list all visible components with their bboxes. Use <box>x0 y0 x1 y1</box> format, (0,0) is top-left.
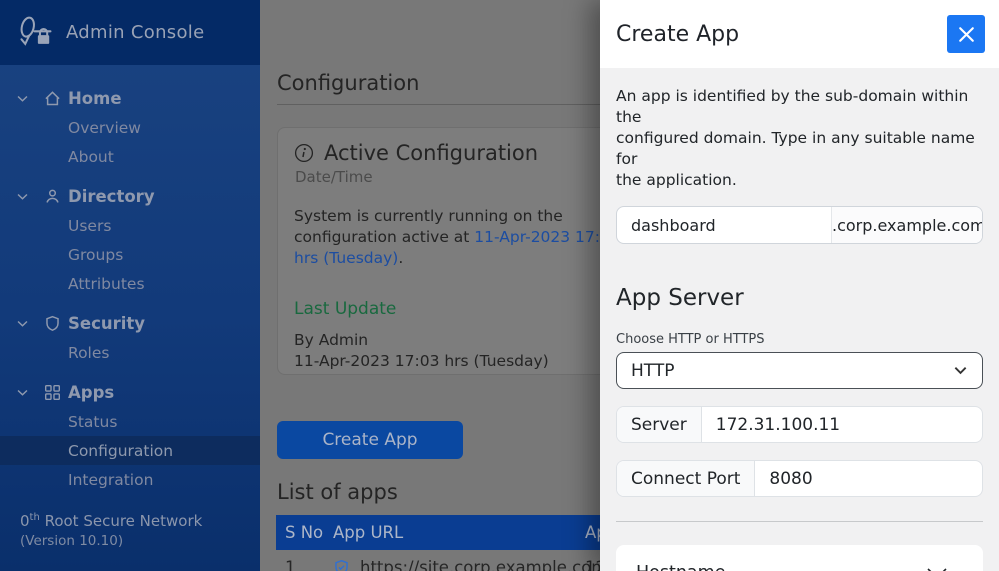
drawer-body: An app is identified by the sub-domain w… <box>600 68 999 571</box>
connect-port-input[interactable] <box>755 461 983 496</box>
info-icon <box>294 143 314 163</box>
active-config-datetime-link[interactable]: hrs (Tuesday) <box>294 249 398 267</box>
sidebar-item-about[interactable]: About <box>0 142 260 171</box>
home-icon <box>44 90 61 107</box>
sidebar-header: Admin Console <box>0 0 260 65</box>
chevron-down-icon <box>925 565 949 571</box>
server-input-group: Server <box>616 406 983 443</box>
sidebar-section-apps[interactable]: Apps <box>0 377 260 407</box>
close-icon <box>956 24 977 45</box>
sidebar-item-groups[interactable]: Groups <box>0 240 260 269</box>
sidebar-item-users[interactable]: Users <box>0 211 260 240</box>
sidebar-item-roles[interactable]: Roles <box>0 338 260 367</box>
subdomain-input-group: .corp.example.com <box>616 206 983 244</box>
sidebar-item-overview[interactable]: Overview <box>0 113 260 142</box>
sidebar-section-label: Security <box>68 314 145 333</box>
version-label: (Version 10.10) <box>20 533 202 549</box>
sidebar-section-home[interactable]: Home <box>0 83 260 113</box>
create-app-button[interactable]: Create App <box>277 421 463 459</box>
drawer-header: Create App <box>600 0 999 68</box>
app-root: Admin Console Home Overview About Direct… <box>0 0 999 571</box>
divider <box>616 521 983 522</box>
hostname-label: Hostname <box>636 563 725 571</box>
sidebar-section-security[interactable]: Security <box>0 308 260 338</box>
sidebar-footer: 0th Root Secure Network (Version 10.10) <box>20 512 202 549</box>
sidebar-section-label: Directory <box>68 187 155 206</box>
protocol-selected-value: HTTP <box>631 361 675 381</box>
cell-sno: 1 <box>285 558 333 571</box>
drawer-description: An app is identified by the sub-domain w… <box>616 86 983 191</box>
zeroth-root-logo-icon <box>16 16 53 50</box>
sidebar-item-status[interactable]: Status <box>0 407 260 436</box>
connect-port-input-group: Connect Port <box>616 460 983 497</box>
sidebar-item-configuration[interactable]: Configuration <box>0 436 260 465</box>
chevron-down-icon <box>16 190 29 203</box>
chevron-down-icon <box>16 386 29 399</box>
domain-suffix-addon: .corp.example.com <box>831 207 983 243</box>
close-button[interactable] <box>947 15 985 53</box>
app-server-title: App Server <box>616 284 983 312</box>
header-app-url: App URL <box>333 523 585 542</box>
connect-port-label: Connect Port <box>617 461 755 496</box>
sidebar-section-directory[interactable]: Directory <box>0 181 260 211</box>
sidebar-item-attributes[interactable]: Attributes <box>0 269 260 298</box>
subdomain-input[interactable] <box>617 207 831 243</box>
chevron-down-icon <box>953 363 968 378</box>
shield-icon <box>44 315 61 332</box>
sidebar: Admin Console Home Overview About Direct… <box>0 0 260 571</box>
chevron-down-icon <box>16 92 29 105</box>
chevron-down-icon <box>16 317 29 330</box>
create-app-drawer: Create App An app is identified by the s… <box>600 0 999 571</box>
protocol-select[interactable]: HTTP <box>616 352 983 389</box>
person-icon <box>44 188 61 205</box>
server-input[interactable] <box>702 407 982 442</box>
sidebar-section-label: Home <box>68 89 122 108</box>
network-name: 0th Root Secure Network <box>20 512 202 530</box>
active-config-datetime-link[interactable]: 11-Apr-2023 17:02 <box>474 228 619 246</box>
grid-icon <box>44 384 61 401</box>
hostname-accordion[interactable]: Hostname <box>616 545 983 571</box>
card-title: Active Configuration <box>324 141 538 165</box>
sidebar-item-integration[interactable]: Integration <box>0 465 260 494</box>
app-title: Admin Console <box>66 22 204 43</box>
protocol-label: Choose HTTP or HTTPS <box>616 332 983 348</box>
sidebar-section-label: Apps <box>68 383 114 402</box>
drawer-title: Create App <box>616 22 739 47</box>
header-sno: S No <box>285 523 333 542</box>
shield-check-icon <box>333 559 350 571</box>
cell-app-url[interactable]: https://site.corp.example.com/ <box>360 558 613 571</box>
server-label: Server <box>617 407 702 442</box>
sidebar-nav: Home Overview About Directory Users Grou… <box>0 65 260 494</box>
